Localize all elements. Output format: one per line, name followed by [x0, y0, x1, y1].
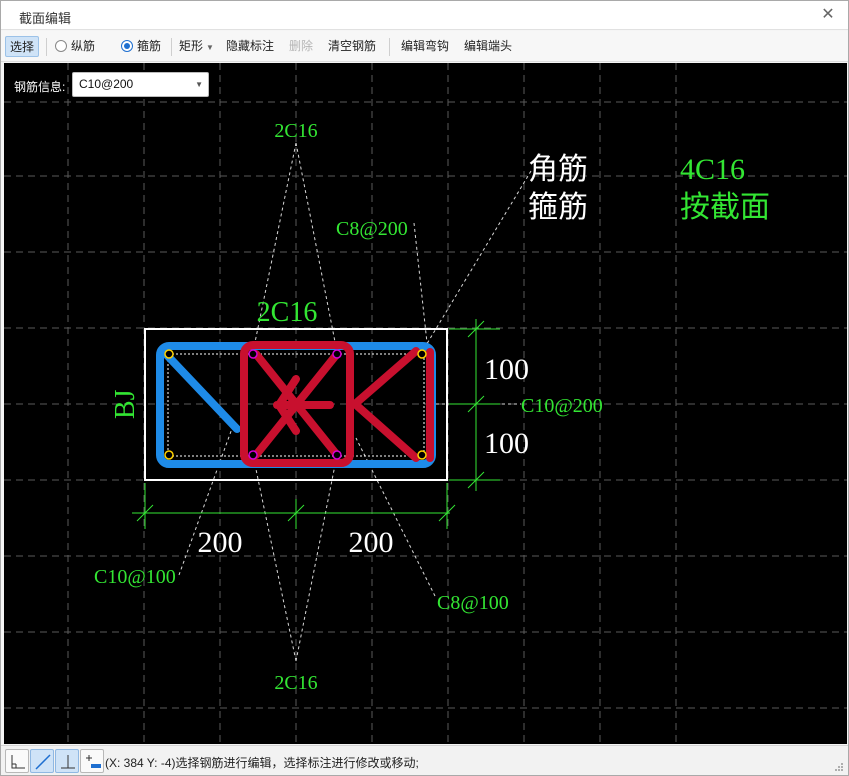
- chevron-down-icon: ▼: [206, 43, 214, 52]
- rebar-info-label: 钢筋信息:: [14, 80, 66, 94]
- toolbar-separator: [389, 38, 390, 56]
- status-text: (X: 384 Y: -4)选择钢筋进行编辑，选择标注进行修改或移动;: [105, 756, 419, 770]
- edit-hook-button[interactable]: 编辑弯钩: [401, 36, 449, 57]
- bottom-rebar-label[interactable]: 2C16: [274, 672, 317, 694]
- hide-annotation-button[interactable]: 隐藏标注: [226, 36, 274, 57]
- vertical-dimension: [449, 319, 500, 491]
- toolbar-separator: [171, 38, 172, 56]
- dim-width-1[interactable]: 200: [198, 526, 243, 559]
- delete-button[interactable]: 删除: [289, 36, 313, 57]
- diagonal-line-icon: [35, 754, 51, 770]
- resize-grip-icon[interactable]: [834, 762, 844, 772]
- chevron-down-icon: ▼: [195, 80, 203, 89]
- stirrup-top-label[interactable]: C8@200: [336, 218, 408, 240]
- rebar-info-select[interactable]: C10@200 ▼: [72, 72, 209, 97]
- title-bar: 截面编辑 ✕: [1, 1, 848, 30]
- toolbar: 选择 纵筋 箍筋 矩形 ▼ 隐藏标注 删除 清空钢筋 编辑弯钩 编辑端头: [1, 31, 848, 62]
- status-bar: (X: 384 Y: -4)选择钢筋进行编辑，选择标注进行修改或移动;: [1, 745, 848, 775]
- ortho-icon: [11, 755, 25, 769]
- longitudinal-radio[interactable]: 纵筋: [55, 36, 95, 57]
- stirrup-radio[interactable]: 箍筋: [121, 36, 161, 57]
- legend-section[interactable]: 按截面: [680, 191, 770, 224]
- section-drawing[interactable]: 2C16 2C16 2C16 角筋 箍筋 4C16 按截面 C8@200 C10…: [4, 63, 847, 744]
- stirrup-label-text[interactable]: 箍筋: [528, 191, 588, 224]
- bj-label[interactable]: BJ: [110, 389, 141, 419]
- dim-width-2[interactable]: 200: [349, 526, 394, 559]
- line-mode-button[interactable]: [30, 749, 54, 773]
- longitudinal-label: 纵筋: [71, 39, 96, 53]
- close-icon[interactable]: ✕: [818, 5, 838, 25]
- top-rebar-label[interactable]: 2C16: [274, 120, 317, 142]
- add-dimension-icon: [86, 755, 101, 768]
- section-editor-window: 截面编辑 ✕ 选择 纵筋 箍筋 矩形 ▼ 隐藏标注 删除 清空钢筋 编辑弯钩 编辑…: [0, 0, 849, 776]
- edit-end-button[interactable]: 编辑端头: [464, 36, 512, 57]
- legend-rebar[interactable]: 4C16: [680, 153, 745, 186]
- dim-height-1[interactable]: 100: [484, 353, 529, 386]
- toolbar-separator: [46, 38, 47, 56]
- perpendicular-icon: [61, 755, 75, 769]
- rect-label: 矩形: [179, 39, 204, 53]
- select-button[interactable]: 选择: [5, 36, 39, 57]
- perpendicular-button[interactable]: [55, 749, 79, 773]
- clear-rebar-button[interactable]: 清空钢筋: [328, 36, 376, 57]
- stirrup-label: 箍筋: [137, 39, 162, 53]
- add-dimension-button[interactable]: [80, 749, 104, 773]
- radio-on-icon: [121, 40, 133, 52]
- rect-dropdown[interactable]: 矩形 ▼: [179, 36, 214, 57]
- drawing-canvas[interactable]: 2C16 2C16 2C16 角筋 箍筋 4C16 按截面 C8@200 C10…: [4, 63, 847, 744]
- stirrup-right-label[interactable]: C10@200: [521, 395, 603, 417]
- stirrup-bottom-left-label[interactable]: C10@100: [94, 566, 176, 588]
- radio-off-icon: [55, 40, 67, 52]
- dim-height-2[interactable]: 100: [484, 427, 529, 460]
- rebar-info-value: C10@200: [79, 77, 134, 91]
- corner-bar-label[interactable]: 角筋: [528, 153, 588, 186]
- stirrup-bottom-right-label[interactable]: C8@100: [437, 592, 509, 614]
- window-title: 截面编辑: [19, 11, 72, 26]
- horizontal-dimension: [132, 483, 456, 529]
- mid-rebar-label[interactable]: 2C16: [257, 297, 318, 328]
- orthogonal-mode-button[interactable]: [5, 749, 29, 773]
